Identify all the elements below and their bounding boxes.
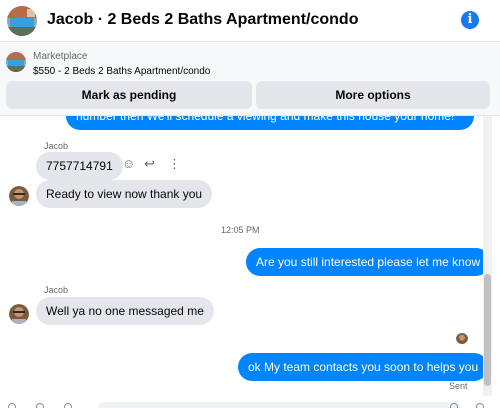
emoji-reaction-icon[interactable]: ☺: [122, 156, 135, 171]
sender-avatar[interactable]: [9, 304, 29, 324]
listing-price-title[interactable]: $550 - 2 Beds 2 Baths Apartment/condo: [33, 66, 210, 77]
thread-scrollbar[interactable]: [483, 116, 492, 396]
outgoing-message-partial: number then We'll schedule a viewing and…: [66, 116, 474, 130]
sticker-icon[interactable]: [64, 403, 72, 408]
conversation-header: Jacob · 2 Beds 2 Baths Apartment/condo i: [0, 0, 500, 42]
listing-thumbnail[interactable]: [6, 52, 26, 72]
sender-name: Jacob: [44, 285, 69, 295]
outgoing-message: ok My team contacts you soon to helps yo…: [238, 353, 489, 381]
reply-icon[interactable]: ↩: [144, 156, 155, 172]
scrollbar-thumb[interactable]: [484, 274, 491, 386]
more-actions-icon[interactable]: ⋮: [168, 156, 181, 172]
mark-as-pending-button[interactable]: Mark as pending: [6, 81, 252, 109]
incoming-message: Well ya no one messaged me: [36, 297, 214, 325]
message-status: Sent: [449, 381, 468, 391]
emoji-icon[interactable]: [450, 403, 458, 408]
message-composer: [0, 398, 500, 408]
conversation-title: Jacob · 2 Beds 2 Baths Apartment/condo: [47, 11, 359, 28]
message-input[interactable]: [98, 402, 462, 408]
photo-icon[interactable]: [36, 403, 44, 408]
sender-name: Jacob: [44, 141, 69, 151]
incoming-message: Ready to view now thank you: [36, 180, 213, 208]
read-receipt-avatar: [456, 332, 468, 344]
more-options-button[interactable]: More options: [256, 81, 490, 109]
incoming-message-phone: 7757714791: [36, 152, 123, 180]
outgoing-message: Are you still interested please let me k…: [246, 248, 491, 276]
sender-avatar[interactable]: [9, 186, 29, 206]
like-icon[interactable]: [476, 403, 484, 408]
message-timestamp: 12:05 PM: [221, 225, 260, 235]
actions-icon[interactable]: [8, 403, 16, 408]
listing-source-label: Marketplace: [33, 51, 88, 62]
info-icon[interactable]: i: [461, 11, 479, 29]
message-thread[interactable]: number then We'll schedule a viewing and…: [0, 116, 492, 396]
listing-avatar[interactable]: [7, 6, 37, 36]
